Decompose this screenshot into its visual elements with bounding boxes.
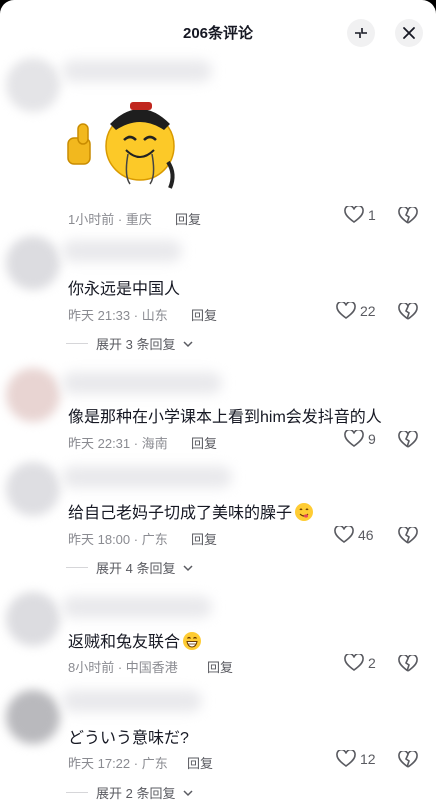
reply-button[interactable]: 回复: [207, 657, 233, 676]
comment-sheet: 206条评论 1小时前 · 重庆 回复 1 你永远是中国人 昨天 21:33 ·…: [0, 0, 436, 800]
expand-replies-label: 展开 2 条回复: [96, 786, 176, 800]
username-blurred: [62, 240, 182, 262]
reply-button[interactable]: 回复: [191, 529, 217, 548]
like-count: 2: [368, 655, 376, 671]
expand-replies-label: 展开 3 条回复: [96, 337, 176, 352]
avatar[interactable]: [6, 462, 60, 516]
comment-header: 206条评论: [0, 0, 436, 64]
username-blurred: [62, 372, 222, 394]
username-blurred: [62, 466, 232, 488]
comment-text-body: 给自己老妈子切成了美味的臊子: [68, 505, 293, 522]
avatar[interactable]: [6, 690, 60, 744]
comment-meta: 昨天 21:33 · 山东: [68, 308, 168, 323]
collapse-icon: [355, 28, 367, 38]
reply-button[interactable]: 回复: [187, 753, 213, 772]
heart-icon: [344, 206, 364, 223]
comment-text: 给自己老妈子切成了美味的臊子: [68, 499, 314, 523]
comment-meta: 昨天 18:00 · 广东: [68, 532, 168, 547]
like-count: 9: [368, 431, 376, 447]
broken-heart-icon[interactable]: [398, 207, 418, 225]
like-button[interactable]: 12: [336, 750, 376, 768]
reply-button[interactable]: 回复: [175, 209, 201, 228]
avatar[interactable]: [6, 236, 60, 290]
heart-icon: [336, 302, 356, 319]
username-blurred: [62, 596, 212, 618]
grin-emoji-icon: [183, 632, 202, 650]
chevron-down-icon: [183, 564, 193, 571]
comment-meta: 昨天 17:22 · 广东: [68, 756, 168, 771]
like-button[interactable]: 9: [344, 430, 376, 448]
comment-text: 你永远是中国人: [68, 281, 181, 298]
like-button[interactable]: 2: [344, 654, 376, 672]
like-count: 46: [358, 527, 374, 543]
avatar[interactable]: [6, 368, 60, 422]
comment-meta: 昨天 22:31 · 海南: [68, 436, 168, 451]
broken-heart-icon[interactable]: [398, 655, 418, 673]
avatar[interactable]: [6, 592, 60, 646]
like-button[interactable]: 1: [344, 206, 376, 224]
like-count: 22: [360, 303, 376, 319]
yum-emoji-icon: [295, 503, 314, 521]
chevron-down-icon: [183, 340, 193, 347]
heart-icon: [334, 526, 354, 543]
thumbs-up-icon: [67, 123, 91, 165]
heart-icon: [344, 430, 364, 447]
broken-heart-icon[interactable]: [398, 751, 418, 769]
like-button[interactable]: 22: [336, 302, 376, 320]
expand-replies-button[interactable]: 展开 4 条回复: [66, 558, 193, 577]
username-blurred: [62, 60, 212, 82]
comment-meta: 1小时前 · 重庆: [68, 212, 152, 227]
broken-heart-icon[interactable]: [398, 527, 418, 545]
comment-text-body: 返贼和兔友联合: [68, 634, 181, 651]
like-count: 12: [360, 751, 376, 767]
expand-replies-label: 展开 4 条回复: [96, 561, 176, 576]
expand-replies-button[interactable]: 展开 2 条回复: [66, 783, 193, 800]
divider-line: [66, 343, 88, 344]
close-button[interactable]: [395, 19, 423, 47]
divider-line: [66, 792, 88, 793]
expand-replies-button[interactable]: 展开 3 条回复: [66, 334, 193, 353]
username-blurred: [62, 690, 202, 712]
heart-icon: [344, 654, 364, 671]
collapse-button[interactable]: [347, 19, 375, 47]
emperor-emoji-sticker: [67, 102, 175, 189]
comment-text: 像是那种在小学课本上看到him会发抖音的人: [68, 409, 382, 426]
chevron-down-icon: [183, 789, 193, 796]
like-count: 1: [368, 207, 376, 223]
avatar[interactable]: [6, 58, 60, 112]
heart-icon: [336, 750, 356, 767]
comment-text: 返贼和兔友联合: [68, 628, 202, 652]
reply-button[interactable]: 回复: [191, 305, 217, 324]
divider-line: [66, 567, 88, 568]
reply-button[interactable]: 回复: [191, 433, 217, 452]
close-icon: [403, 27, 415, 39]
like-button[interactable]: 46: [334, 526, 374, 544]
comment-meta: 8小时前 · 中国香港: [68, 660, 178, 675]
comment-text: どういう意味だ?: [68, 730, 189, 747]
broken-heart-icon[interactable]: [398, 303, 418, 321]
broken-heart-icon[interactable]: [398, 431, 418, 449]
